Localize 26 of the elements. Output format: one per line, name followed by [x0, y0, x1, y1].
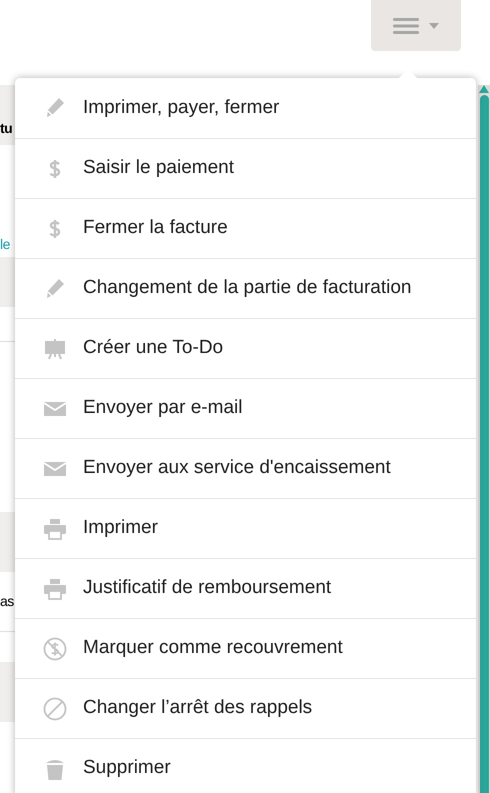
menu-icon	[393, 16, 419, 36]
scroll-up-icon[interactable]	[479, 85, 489, 93]
scrollbar-thumb[interactable]	[480, 95, 488, 793]
menu-item[interactable]: Changement de la partie de facturation	[15, 258, 476, 318]
menu-item[interactable]: Saisir le paiement	[15, 138, 476, 198]
menu-item[interactable]: Marquer comme recouvrement	[15, 618, 476, 678]
menu-item[interactable]: Fermer la facture	[15, 198, 476, 258]
menu-item[interactable]: Imprimer, payer, fermer	[15, 78, 476, 138]
ban-icon	[43, 696, 67, 722]
menu-item[interactable]: Créer une To-Do	[15, 318, 476, 378]
menu-item[interactable]: Changer l’arrêt des rappels	[15, 678, 476, 738]
menu-item[interactable]: Imprimer	[15, 498, 476, 558]
caret-icon	[429, 22, 439, 28]
menu-item[interactable]: Supprimer	[15, 738, 476, 793]
menu-button[interactable]	[371, 0, 461, 51]
menu-item[interactable]: Envoyer aux service d'encaissement	[15, 438, 476, 498]
row-band	[0, 662, 15, 722]
row-band	[0, 512, 15, 572]
cut-text: le	[0, 235, 10, 254]
row-band	[0, 257, 15, 307]
menu-item[interactable]: Justificatif de remboursement	[15, 558, 476, 618]
cut-text: tu	[0, 119, 12, 138]
cut-text: as	[0, 592, 14, 611]
crossed-dollar-icon	[43, 636, 67, 662]
menu-item[interactable]: Envoyer par e-mail	[15, 378, 476, 438]
scrollbar[interactable]	[478, 85, 490, 793]
